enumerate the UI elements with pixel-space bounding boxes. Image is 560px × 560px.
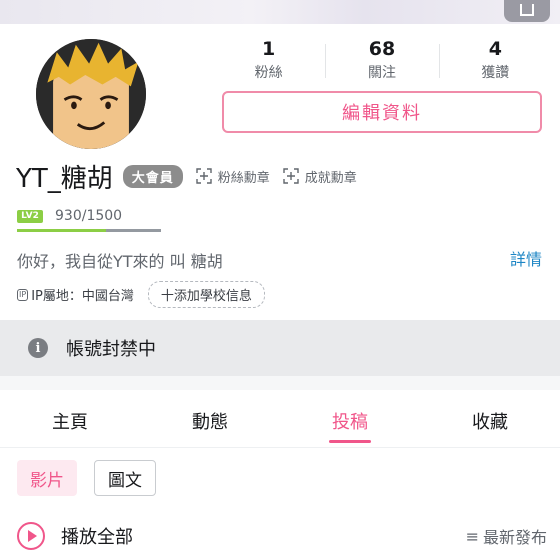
add-medal-icon xyxy=(196,168,212,184)
stat-value: 1 xyxy=(262,38,276,60)
stat-value: 4 xyxy=(488,38,502,60)
fan-medal-label: 粉絲勳章 xyxy=(217,170,270,186)
avatar[interactable] xyxy=(33,36,149,152)
filter-videos[interactable]: 影片 xyxy=(17,460,77,496)
fan-medal[interactable]: 粉絲勳章 xyxy=(195,167,270,186)
ip-row: IP IP屬地：中國台灣 十添加學校信息 xyxy=(17,281,265,308)
stat-label: 粉絲 xyxy=(254,65,283,81)
ban-notice-text: 帳號封禁中 xyxy=(66,339,156,360)
stat-value: 68 xyxy=(368,38,396,60)
ip-location: IP屬地：中國台灣 xyxy=(31,289,134,304)
play-all-button[interactable]: 播放全部 xyxy=(61,523,133,549)
sort-button[interactable]: ≡ 最新發布 xyxy=(466,524,547,548)
profile-banner xyxy=(0,0,560,24)
stat-likes[interactable]: 4 獲讚 xyxy=(438,38,552,88)
level-row: LV2 930/1500 xyxy=(17,208,122,224)
bio-text: 你好，我自從YT來的 叫 糖胡 xyxy=(17,252,223,271)
sort-label: 最新發布 xyxy=(482,528,547,547)
profile-header: 1 粉絲 68 關注 4 獲讚 編輯資料 xyxy=(0,24,560,152)
play-icon[interactable] xyxy=(17,522,45,550)
tab-dynamics[interactable]: 動態 xyxy=(140,390,280,447)
stat-following[interactable]: 68 關注 xyxy=(325,38,438,88)
level-badge: LV2 xyxy=(17,209,43,223)
stats-row: 1 粉絲 68 關注 4 獲讚 xyxy=(212,38,552,88)
achievement-medal-label: 成就勳章 xyxy=(304,170,357,186)
name-row: YT_糖胡 大會員 粉絲勳章 成就勳章 xyxy=(16,158,357,194)
tab-home[interactable]: 主頁 xyxy=(0,390,140,447)
profile-tabs: 主頁 動態 投稿 收藏 xyxy=(0,390,560,448)
level-progress-fill xyxy=(17,229,107,232)
tab-uploads[interactable]: 投稿 xyxy=(280,390,420,447)
section-divider xyxy=(0,376,560,390)
add-school-button[interactable]: 十添加學校信息 xyxy=(147,281,265,308)
tab-favorites[interactable]: 收藏 xyxy=(420,390,560,447)
stat-label: 獲讚 xyxy=(481,65,510,81)
stat-followers[interactable]: 1 粉絲 xyxy=(212,38,325,88)
add-achievement-icon xyxy=(283,168,299,184)
achievement-medal[interactable]: 成就勳章 xyxy=(282,167,357,186)
play-all-row: 播放全部 ≡ 最新發布 xyxy=(17,520,547,552)
ip-icon: IP xyxy=(17,288,29,301)
sort-icon: ≡ xyxy=(465,526,479,546)
banner-edit-button[interactable] xyxy=(504,0,550,22)
level-progress-bar xyxy=(17,229,161,232)
level-progress-text: 930/1500 xyxy=(55,208,123,224)
image-icon xyxy=(520,4,534,16)
stat-label: 關注 xyxy=(367,65,396,81)
vip-badge[interactable]: 大會員 xyxy=(122,164,183,188)
info-icon: i xyxy=(28,338,48,358)
filter-image-text[interactable]: 圖文 xyxy=(94,460,156,496)
content-filters: 影片 圖文 xyxy=(17,460,156,496)
ban-notice-bar: i 帳號封禁中 xyxy=(0,320,560,376)
avatar-image xyxy=(36,39,146,149)
details-link[interactable]: 詳情 xyxy=(510,246,542,270)
edit-profile-button[interactable]: 編輯資料 xyxy=(222,91,542,133)
username: YT_糖胡 xyxy=(16,163,113,194)
